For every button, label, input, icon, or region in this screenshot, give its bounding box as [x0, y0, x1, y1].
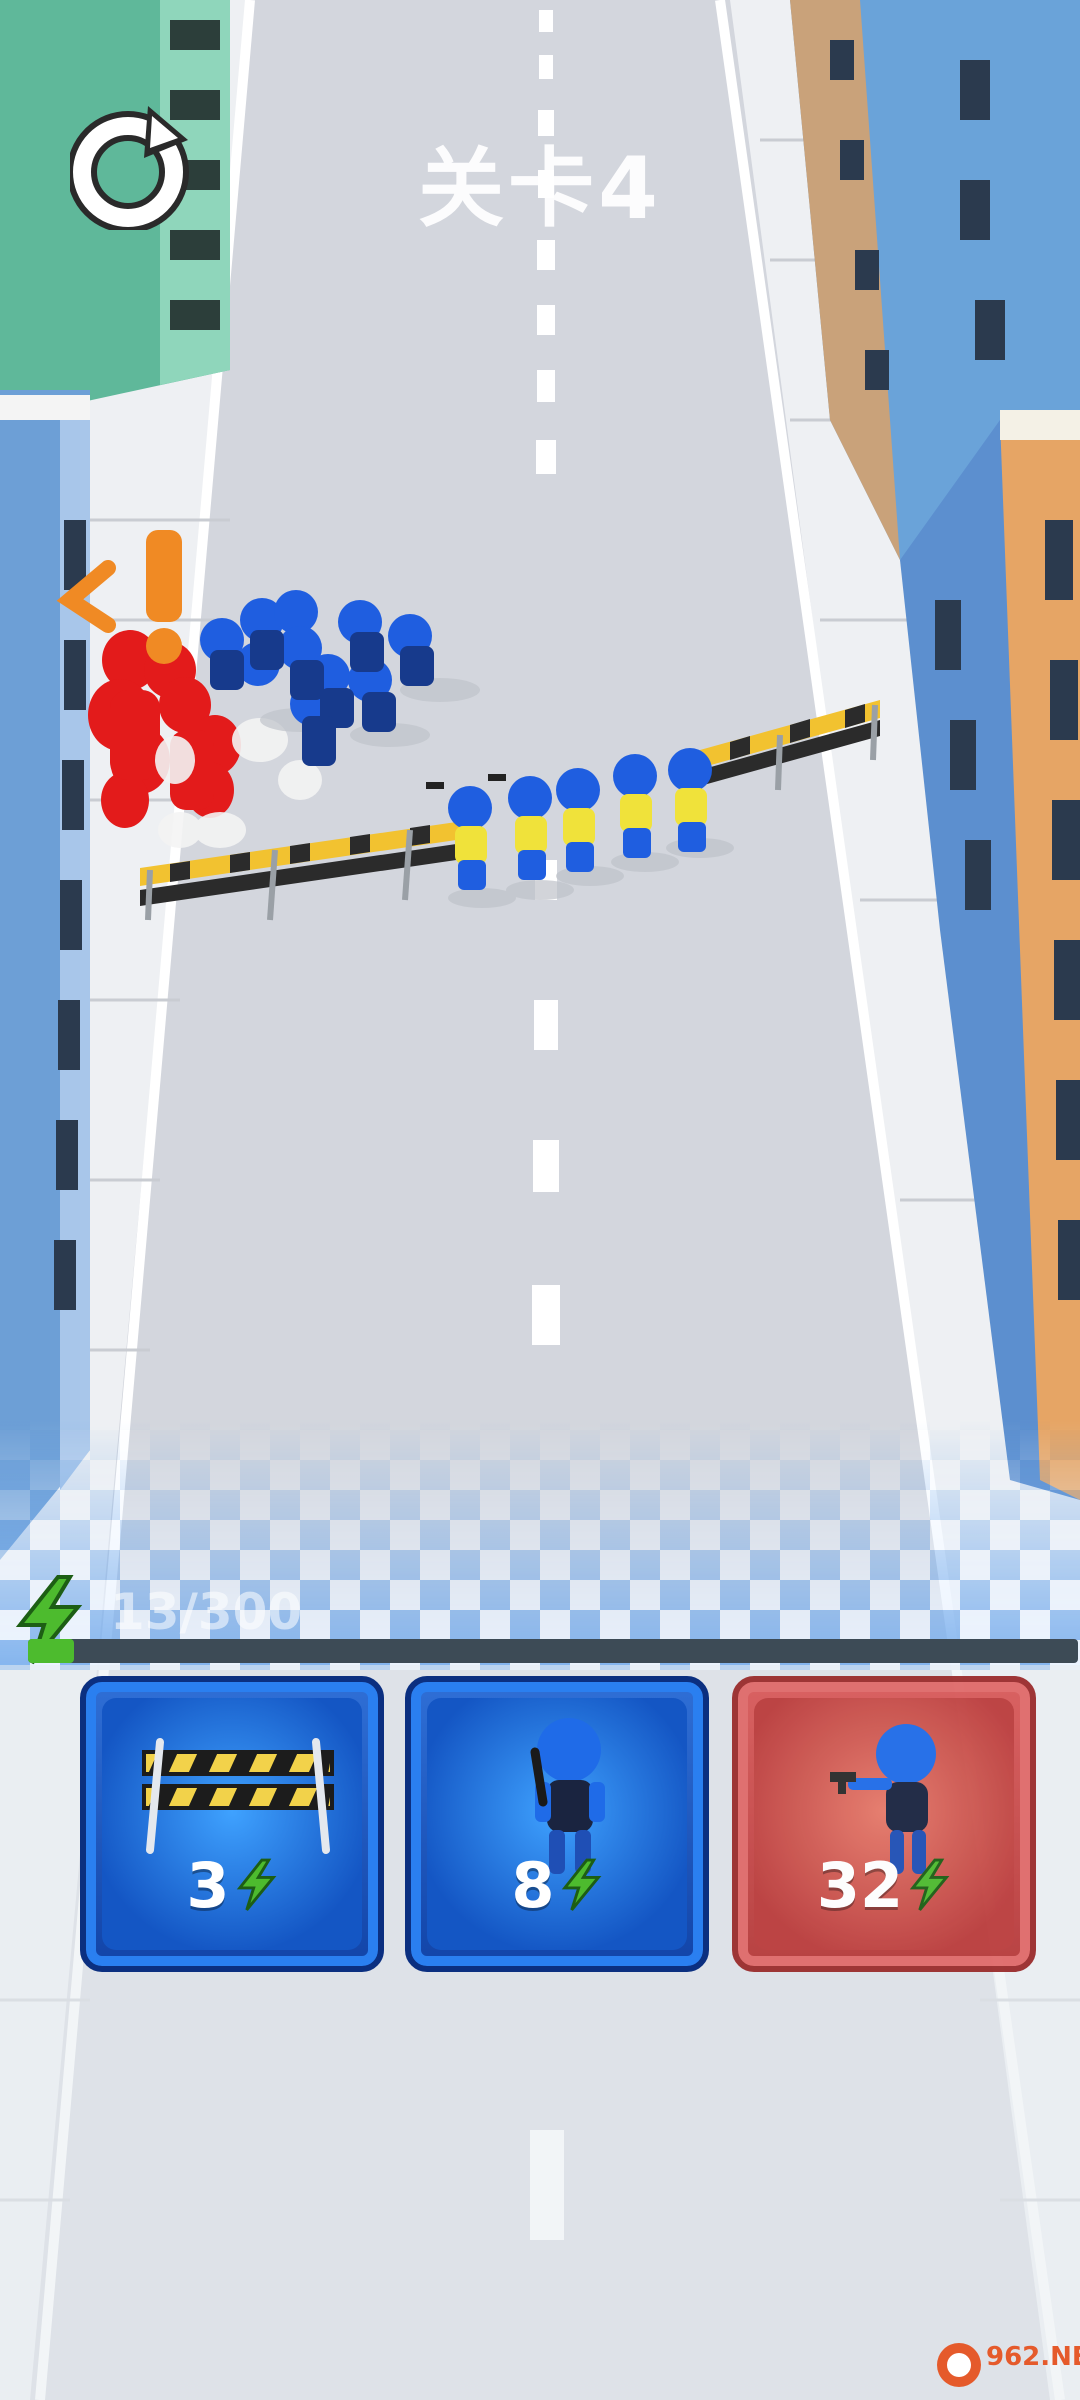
baton-police-card[interactable]: 8: [405, 1676, 709, 1972]
card-face: 3: [102, 1698, 362, 1950]
baton-police-cost: 8: [427, 1849, 687, 1922]
lightning-icon: [236, 1858, 276, 1911]
gunner-police-cost: 32: [754, 1849, 1014, 1922]
lightning-icon: [561, 1858, 601, 1911]
site-watermark: 962.NET: [934, 2336, 1080, 2394]
energy-meter: 13/300: [10, 1575, 1078, 1665]
barricade-card[interactable]: 3: [80, 1676, 384, 1972]
game-scene: [0, 0, 1080, 2400]
barricade-cost-value: 3: [186, 1849, 230, 1922]
gunner-police-card[interactable]: 32: [732, 1676, 1036, 1972]
barricade-icon: [142, 1738, 334, 1854]
energy-bar-fill: [28, 1639, 74, 1663]
watermark-text: 962.NET: [986, 2342, 1080, 2372]
lightning-icon: [909, 1858, 950, 1911]
watermark-logo-icon: [937, 2343, 981, 2387]
card-face: 8: [427, 1698, 687, 1950]
energy-bar-track: [28, 1639, 1078, 1663]
restart-icon: [67, 106, 189, 233]
card-face: 32: [754, 1698, 1014, 1950]
gunner-police-cost-value: 32: [816, 1849, 904, 1922]
restart-button[interactable]: [67, 100, 194, 233]
energy-count: 13/300: [110, 1583, 303, 1641]
baton-police-cost-value: 8: [511, 1849, 555, 1922]
barricade-cost: 3: [102, 1849, 362, 1922]
